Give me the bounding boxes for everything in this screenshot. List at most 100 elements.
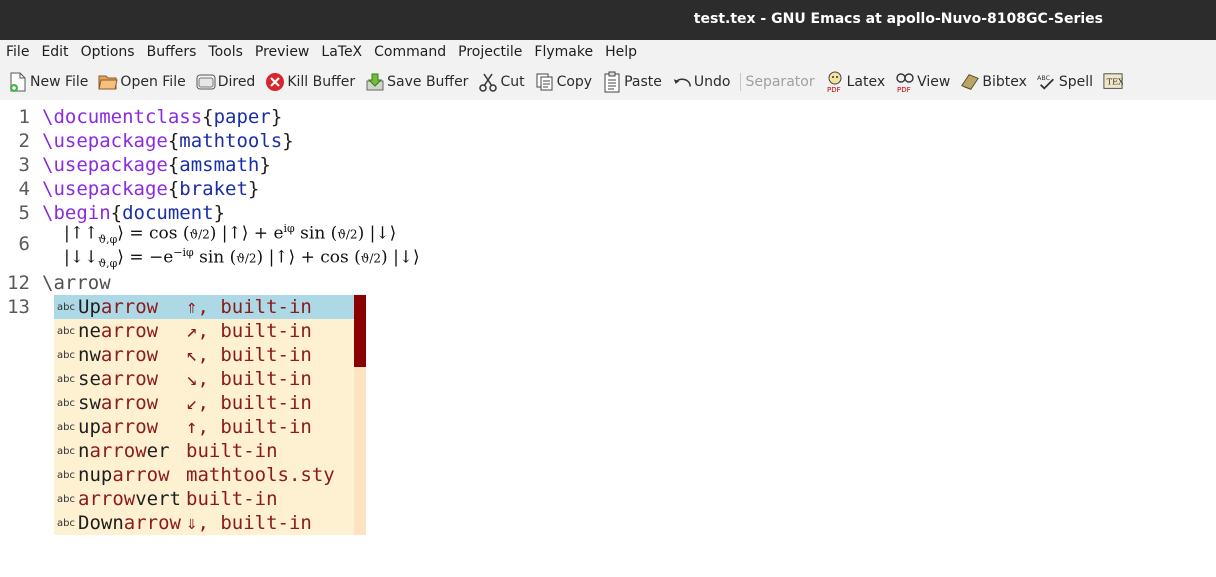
completion-candidate: uparrow <box>78 416 159 438</box>
save-buffer-label: Save Buffer <box>387 74 469 90</box>
copy-icon <box>535 72 555 92</box>
completion-candidate: Uparrow <box>78 296 159 318</box>
completion-annotation: ↑, built-in <box>186 416 312 438</box>
completion-kind-icon: abc <box>57 493 75 505</box>
menu-edit[interactable]: Edit <box>35 44 74 60</box>
latex-label: Latex <box>846 74 886 90</box>
save-icon <box>365 72 385 92</box>
completion-kind-icon: abc <box>57 397 75 409</box>
completion-popup[interactable]: abc Uparrow ⇑, built-in abc nearrow ↗, built-… <box>54 295 366 535</box>
latex-argument: document <box>122 202 214 224</box>
clipboard-icon <box>602 71 622 93</box>
folder-icon <box>196 72 216 92</box>
spell-label: Spell <box>1058 74 1094 90</box>
latex-pdf-icon: PDF <box>825 71 845 93</box>
menu-projectile[interactable]: Projectile <box>452 44 528 60</box>
completion-item[interactable]: abc Uparrow ⇑, built-in <box>54 295 354 319</box>
new-file-button[interactable]: New File <box>8 72 88 92</box>
line-number: 5 <box>18 202 30 224</box>
completion-candidate: nuparrow <box>78 464 170 486</box>
menu-file[interactable]: File <box>0 44 35 60</box>
menu-command[interactable]: Command <box>368 44 452 60</box>
close-icon <box>265 72 285 92</box>
completion-annotation: built-in <box>186 440 278 462</box>
math-preview-line-2: |↓↓ϑ,φ⟩ = −e−iφ sin (ϑ/2) |↑⟩ + cos (ϑ/2… <box>64 246 420 271</box>
cut-label: Cut <box>500 74 525 90</box>
line-number: 2 <box>18 130 30 152</box>
completion-item[interactable]: abc Downarrow ⇓, built-in <box>54 511 354 535</box>
completion-annotation: ↘, built-in <box>186 368 312 390</box>
completion-item[interactable]: abc narrower built-in <box>54 439 354 463</box>
svg-text:PDF: PDF <box>897 86 911 93</box>
tex-icon: TEX <box>1103 72 1123 92</box>
menu-flymake[interactable]: Flymake <box>528 44 599 60</box>
tex-button[interactable]: TEX <box>1103 72 1125 92</box>
svg-text:ABC: ABC <box>1037 75 1051 82</box>
view-button[interactable]: PDF View <box>895 72 950 93</box>
cut-button[interactable]: Cut <box>478 72 525 92</box>
completion-candidate: swarrow <box>78 392 159 414</box>
completion-annotation: ⇑, built-in <box>186 296 312 318</box>
completion-annotation: built-in <box>186 488 278 510</box>
completion-annotation: ⇓, built-in <box>186 512 312 534</box>
menu-bar: File Edit Options Buffers Tools Preview … <box>0 40 1216 64</box>
menu-latex[interactable]: LaTeX <box>315 44 368 60</box>
completion-annotation: mathtools.sty <box>186 464 335 486</box>
menu-buffers[interactable]: Buffers <box>141 44 203 60</box>
menu-preview[interactable]: Preview <box>249 44 316 60</box>
completion-scrollbar-thumb[interactable] <box>354 295 366 367</box>
latex-button[interactable]: PDF Latex <box>825 71 886 93</box>
kill-buffer-button[interactable]: Kill Buffer <box>265 72 355 92</box>
undo-button[interactable]: Undo <box>672 72 731 92</box>
bibtex-label: Bibtex <box>982 74 1027 90</box>
completion-item[interactable]: abc nearrow ↗, built-in <box>54 319 354 343</box>
latex-command: \documentclass <box>42 106 203 128</box>
code-line: 6 <box>6 232 42 256</box>
editor-buffer[interactable]: 1 \documentclass{paper} 2 \usepackage{math… <box>6 100 1216 577</box>
completion-scrollbar[interactable] <box>354 295 366 535</box>
completion-candidate: nwarrow <box>78 344 159 366</box>
menu-tools[interactable]: Tools <box>202 44 249 60</box>
undo-label: Undo <box>693 74 731 90</box>
latex-argument: braket <box>179 178 248 200</box>
view-pdf-icon: PDF <box>895 72 915 93</box>
copy-label: Copy <box>556 74 593 90</box>
paste-button[interactable]: Paste <box>602 71 662 93</box>
scissors-icon <box>478 72 498 92</box>
code-line: 12 \arrow <box>6 271 111 295</box>
completion-annotation: ↖, built-in <box>186 344 312 366</box>
toolbar-separator-line <box>740 73 742 91</box>
line-number: 1 <box>18 106 30 128</box>
bibtex-button[interactable]: Bibtex <box>960 72 1027 92</box>
completion-annotation: ↙, built-in <box>186 392 312 414</box>
toolbar: New File Open File Dired Kill Buffer Sav… <box>0 64 1216 100</box>
completion-kind-icon: abc <box>57 517 75 529</box>
completion-item[interactable]: abc uparrow ↑, built-in <box>54 415 354 439</box>
menu-options[interactable]: Options <box>75 44 141 60</box>
typed-text: \arrow <box>42 272 111 294</box>
completion-item[interactable]: abc nwarrow ↖, built-in <box>54 343 354 367</box>
completion-item[interactable]: abc swarrow ↙, built-in <box>54 391 354 415</box>
separator-label: Separator <box>745 74 815 90</box>
separator-button: Separator <box>745 74 814 90</box>
svg-text:TEX: TEX <box>1107 77 1123 87</box>
completion-kind-icon: abc <box>57 421 75 433</box>
completion-item[interactable]: abc arrowvert built-in <box>54 487 354 511</box>
code-line: 2 \usepackage{mathtools} <box>6 129 294 153</box>
window-title: test.tex - GNU Emacs at apollo-Nuvo-8108… <box>693 11 1103 27</box>
book-icon <box>960 72 980 92</box>
completion-item[interactable]: abc searrow ↘, built-in <box>54 367 354 391</box>
latex-argument: paper <box>213 106 271 128</box>
save-buffer-button[interactable]: Save Buffer <box>365 72 468 92</box>
open-file-button[interactable]: Open File <box>98 72 186 92</box>
spell-button[interactable]: ABC Spell <box>1037 72 1093 92</box>
completion-annotation: ↗, built-in <box>186 320 312 342</box>
menu-help[interactable]: Help <box>599 44 643 60</box>
svg-text:PDF: PDF <box>827 86 841 93</box>
copy-button[interactable]: Copy <box>535 72 593 92</box>
dired-button[interactable]: Dired <box>196 72 255 92</box>
completion-item[interactable]: abc nuparrow mathtools.sty <box>54 463 354 487</box>
completion-kind-icon: abc <box>57 373 75 385</box>
undo-icon <box>672 72 692 92</box>
latex-argument: mathtools <box>179 130 283 152</box>
